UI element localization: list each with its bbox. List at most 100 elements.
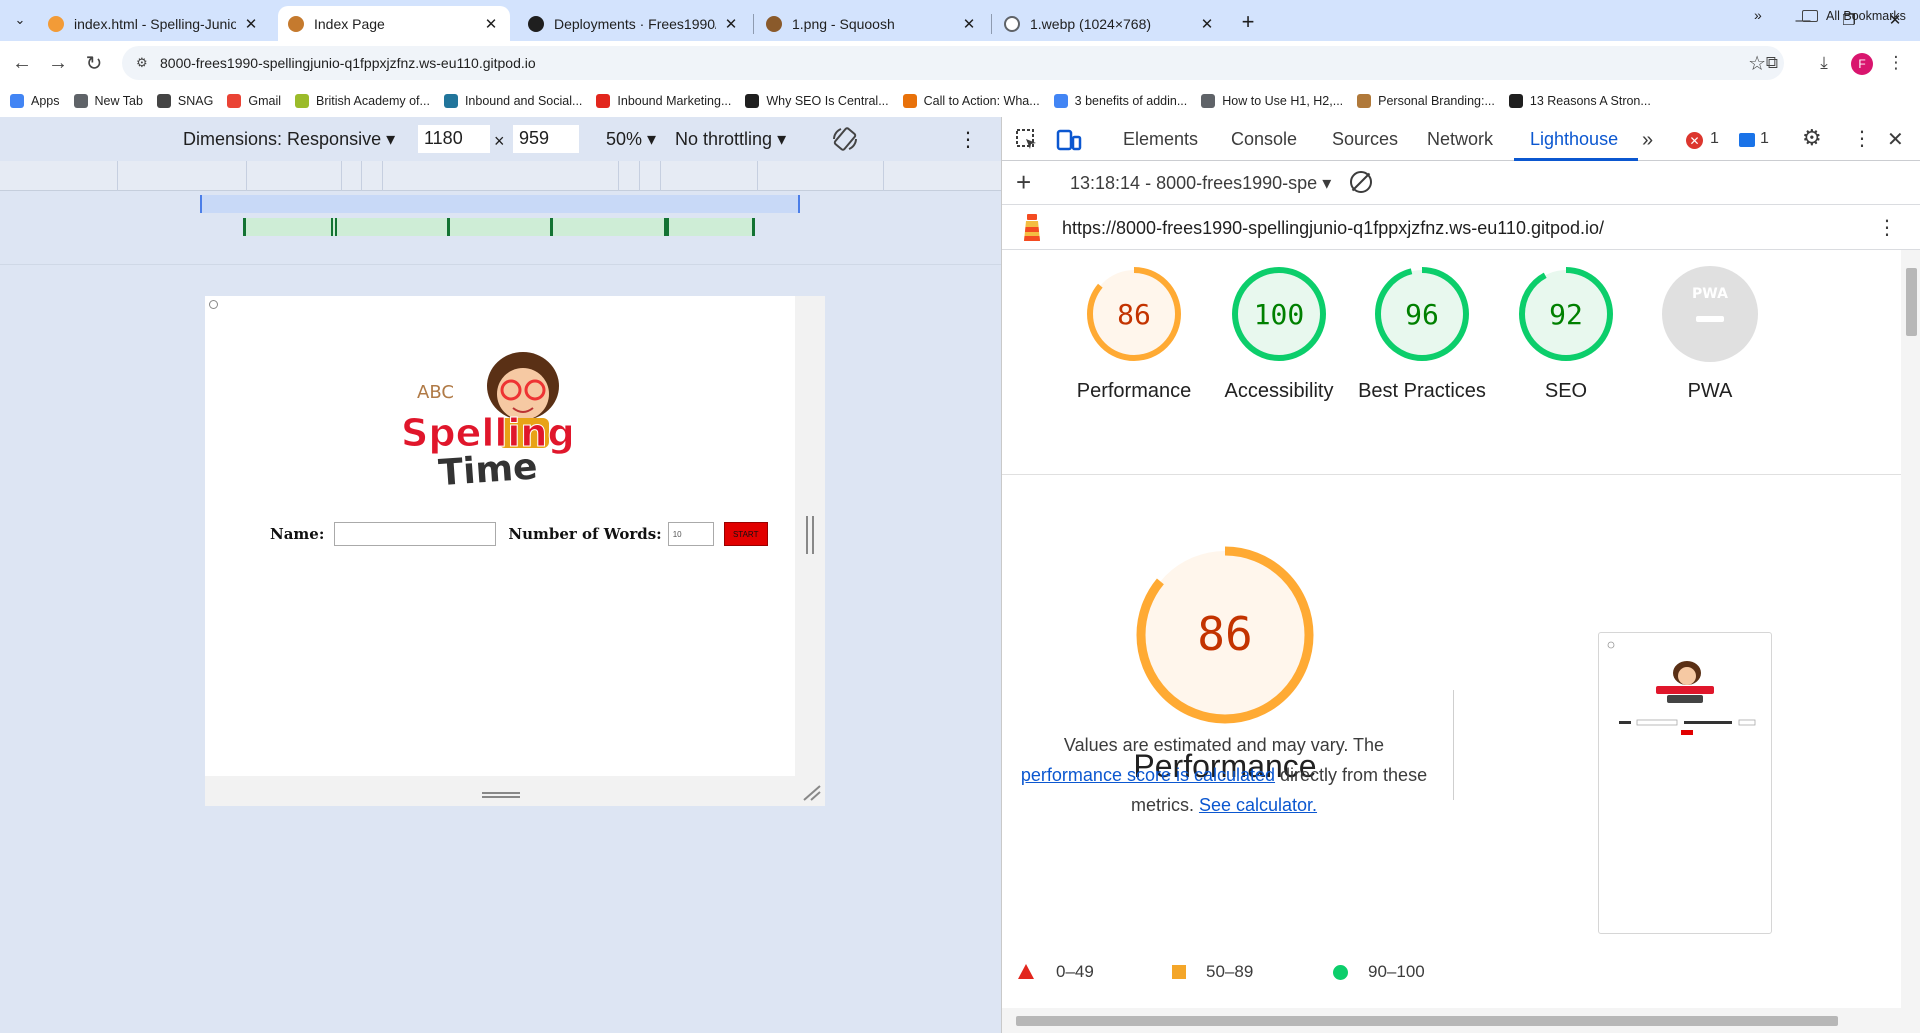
start-button[interactable]: START [723, 522, 768, 546]
error-count[interactable]: 1 [1710, 130, 1719, 148]
breakpoint-marker[interactable] [447, 218, 450, 236]
scrollbar-thumb[interactable] [1016, 1016, 1838, 1026]
mq-marker[interactable] [117, 161, 118, 191]
breakpoint-marker[interactable] [664, 218, 669, 236]
bookmarks-overflow-icon[interactable]: » [1754, 7, 1762, 23]
menu-kebab-icon[interactable]: ⋮ [1882, 49, 1910, 77]
mq-marker[interactable] [382, 161, 383, 191]
mq-marker[interactable] [660, 161, 661, 191]
media-query-bar[interactable] [0, 161, 1001, 191]
all-bookmarks-button[interactable]: All Bookmarks [1802, 0, 1906, 32]
inspect-element-icon[interactable] [1014, 127, 1040, 153]
gauge-accessibility[interactable]: 100 Accessibility [1209, 264, 1349, 406]
breakpoint-marker[interactable] [550, 218, 553, 236]
bookmark-item[interactable]: New Tab [73, 94, 143, 108]
breakpoint-marker[interactable] [752, 218, 755, 236]
breakpoint-marker[interactable] [243, 218, 246, 236]
breakpoint-marker[interactable] [331, 218, 333, 236]
height-input[interactable]: 959 [513, 125, 579, 153]
close-icon[interactable]: ✕ [242, 15, 260, 33]
mq-marker[interactable] [341, 161, 342, 191]
gauge-pwa[interactable]: PWA PWA [1640, 264, 1780, 406]
dimensions-dropdown[interactable]: Dimensions: Responsive ▾ [183, 129, 395, 150]
tab-network[interactable]: Network [1427, 129, 1493, 150]
profile-avatar[interactable]: F [1851, 53, 1873, 75]
bookmark-item[interactable]: Inbound Marketing... [596, 94, 731, 108]
report-url[interactable]: https://8000-frees1990-spellingjunio-q1f… [1062, 218, 1604, 239]
bookmark-item[interactable]: 3 benefits of addin... [1053, 94, 1187, 108]
close-icon[interactable]: ✕ [1198, 15, 1216, 33]
resize-handle-right[interactable] [806, 516, 814, 554]
address-bar[interactable]: ⚙ 8000-frees1990-spellingjunio-q1fppxjzf… [122, 46, 1784, 80]
new-report-icon[interactable]: + [1016, 167, 1031, 198]
resize-handle-bottom[interactable] [482, 792, 520, 798]
tab-elements[interactable]: Elements [1123, 129, 1198, 150]
tab-squoosh[interactable]: 1.png - Squoosh ✕ [756, 6, 988, 41]
number-of-words-input[interactable]: 10 [667, 522, 714, 546]
gauge-seo[interactable]: 92 SEO [1496, 264, 1636, 406]
close-icon[interactable]: ✕ [960, 15, 978, 33]
bookmark-item[interactable]: Call to Action: Wha... [902, 94, 1040, 108]
bookmark-item[interactable]: British Academy of... [295, 94, 430, 108]
bookmark-item[interactable]: Gmail [227, 94, 281, 108]
error-badge-icon[interactable]: ✕ [1686, 132, 1703, 149]
gauge-best-practices[interactable]: 96 Best Practices [1352, 264, 1492, 406]
zoom-dropdown[interactable]: 50% ▾ [606, 129, 656, 150]
see-calculator-link[interactable]: See calculator. [1199, 795, 1317, 815]
width-input[interactable]: 1180 [418, 125, 490, 153]
final-screenshot-thumbnail[interactable] [1598, 632, 1772, 934]
devtools-close-icon[interactable]: ✕ [1887, 127, 1904, 152]
breakpoint-ruler[interactable] [243, 218, 755, 236]
name-input[interactable] [334, 522, 497, 546]
tab-console[interactable]: Console [1231, 129, 1297, 150]
breakpoint-marker[interactable] [335, 218, 337, 236]
clear-reports-icon[interactable] [1350, 171, 1372, 193]
bookmark-item[interactable]: Apps [10, 94, 60, 108]
close-icon[interactable]: ✕ [482, 15, 500, 33]
tab-webp[interactable]: 1.webp (1024×768) ✕ [994, 6, 1226, 41]
scrollbar-thumb[interactable] [1906, 268, 1917, 336]
extensions-icon[interactable]: ⧉ [1758, 49, 1786, 77]
mq-marker[interactable] [883, 161, 884, 191]
mq-marker[interactable] [618, 161, 619, 191]
mq-marker[interactable] [361, 161, 362, 191]
tab-deployments[interactable]: Deployments · Frees1990/Spelling-Junior … [518, 6, 750, 41]
site-info-icon[interactable]: ⚙ [136, 55, 158, 71]
gauge-performance[interactable]: 86 Performance [1064, 264, 1204, 406]
reload-button[interactable]: ↻ [80, 49, 108, 77]
new-tab-button[interactable]: + [1234, 8, 1262, 36]
report-menu-icon[interactable]: ⋮ [1877, 215, 1897, 240]
bookmark-item[interactable]: Personal Branding:... [1357, 94, 1495, 108]
forward-button[interactable]: → [44, 49, 72, 77]
tab-gitpod[interactable]: index.html - Spelling-Junior - Gitpod ✕ [38, 6, 270, 41]
viewport-ruler[interactable] [200, 195, 800, 213]
mq-marker[interactable] [246, 161, 247, 191]
bookmark-item[interactable]: 13 Reasons A Stron... [1508, 94, 1651, 108]
report-vertical-scrollbar[interactable] [1901, 250, 1920, 1008]
throttling-dropdown[interactable]: No throttling ▾ [675, 129, 786, 150]
devtools-menu-icon[interactable]: ⋮ [1852, 126, 1872, 151]
tab-lighthouse[interactable]: Lighthouse [1530, 129, 1618, 150]
bookmark-item[interactable]: SNAG [156, 94, 213, 108]
close-icon[interactable]: ✕ [722, 15, 740, 33]
score-calculated-link[interactable]: performance score is calculated [1021, 765, 1275, 785]
download-icon[interactable]: ⤓ [1810, 49, 1838, 77]
device-toggle-icon[interactable] [1056, 127, 1082, 153]
rotate-icon[interactable] [831, 125, 859, 153]
message-count[interactable]: 1 [1760, 130, 1769, 148]
device-menu-icon[interactable]: ⋮ [958, 127, 978, 152]
more-tabs-icon[interactable]: » [1642, 129, 1653, 152]
bookmark-item[interactable]: Inbound and Social... [443, 94, 582, 108]
tab-index-page[interactable]: Index Page ✕ [278, 6, 510, 41]
report-horizontal-scrollbar[interactable] [1002, 1008, 1920, 1033]
bookmark-item[interactable]: How to Use H1, H2,... [1201, 94, 1343, 108]
message-badge-icon[interactable] [1739, 133, 1755, 147]
tab-sources[interactable]: Sources [1332, 129, 1398, 150]
tab-search-icon[interactable]: ⌄ [8, 8, 32, 32]
mq-marker[interactable] [639, 161, 640, 191]
mq-marker[interactable] [757, 161, 758, 191]
bookmark-item[interactable]: Why SEO Is Central... [745, 94, 889, 108]
back-button[interactable]: ← [8, 49, 36, 77]
settings-gear-icon[interactable]: ⚙ [1802, 125, 1822, 151]
resize-corner-icon[interactable] [800, 784, 822, 802]
